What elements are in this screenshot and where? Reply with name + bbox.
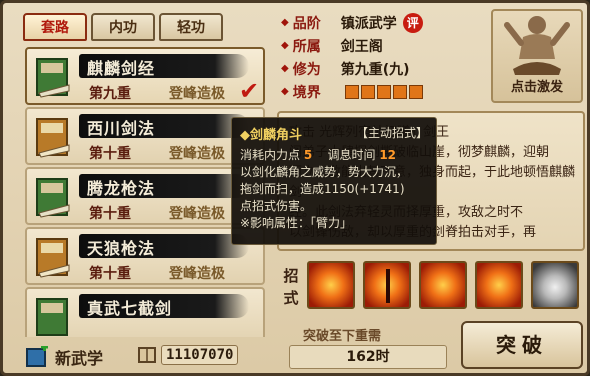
skill-attributes: ◆ 品阶 镇派武学 评 ◆ 所属 剑王阁 ◆ 修为 第九重(九) ◆ 境界	[281, 11, 423, 103]
skill-rank: 登峰造极	[169, 206, 225, 222]
book-icon	[36, 178, 70, 218]
skill-level: 第十重	[89, 206, 131, 222]
skill-level: 第十重	[89, 266, 131, 282]
attr-faction: ◆ 所属 剑王阁	[281, 38, 383, 55]
tooltip-line: ※影响属性：「臂力」	[240, 216, 353, 230]
breakthrough-requirement: 突破至下重需	[303, 329, 382, 344]
attr-realm: ◆ 境界	[281, 80, 423, 103]
skill-item[interactable]: 腾龙枪法 第十重 登峰造极	[25, 167, 265, 225]
tooltip-title: ◆剑麟角斗	[240, 128, 302, 143]
martial-arts-panel: 套路 内功 轻功 麒麟剑经 第九重 登峰造极 ✔ 西川剑法 第十重 登峰造极 腾…	[0, 0, 590, 376]
skill-name: 麒麟剑经	[87, 59, 156, 78]
realm-bar	[344, 84, 423, 99]
skill-name: 腾龙枪法	[87, 179, 156, 198]
move-tooltip: ◆剑麟角斗 【主动招式】 消耗内力点 5 调息时间 12 以剑化麟角之威势，势大…	[231, 117, 437, 245]
skill-level: 第九重	[89, 86, 131, 102]
activate-label: 点击激发	[510, 80, 563, 95]
breakthrough-button[interactable]: 突破	[461, 321, 583, 369]
new-martial-button[interactable]: 新武学	[25, 345, 103, 369]
skill-rank: 登峰造极	[169, 86, 225, 102]
book-icon	[36, 118, 70, 158]
skill-item[interactable]: 麒麟剑经 第九重 登峰造极 ✔	[25, 47, 265, 105]
tab-bar: 套路 内功 轻功	[23, 13, 223, 41]
evaluate-button[interactable]: 评	[402, 12, 423, 33]
move-slot-sword-icon[interactable]	[363, 261, 411, 309]
tooltip-line: 拖剑而扫，造成1150(+1741)	[240, 182, 405, 196]
book-coin-icon	[138, 347, 156, 363]
moves-label: 招 式	[283, 267, 299, 307]
move-slot-flame-icon[interactable]	[419, 261, 467, 309]
meditating-monk-icon	[504, 16, 570, 75]
tab-internal[interactable]: 内功	[91, 13, 155, 41]
skill-name: 真武七截剑	[87, 299, 173, 318]
skill-name: 西川剑法	[87, 119, 156, 138]
skill-rank: 登峰造极	[169, 146, 225, 162]
book-icon	[36, 58, 70, 98]
tooltip-line: 以剑化麟角之威势，势大力沉，	[240, 165, 409, 179]
move-slot-fire-icon[interactable]	[307, 261, 355, 309]
coin-display: 11107070	[137, 345, 239, 365]
coin-amount: 11107070	[161, 345, 239, 365]
skill-level: 第十重	[89, 146, 131, 162]
skill-name: 天狼枪法	[87, 239, 156, 258]
new-book-icon	[26, 346, 48, 367]
activate-button[interactable]: 点击激发	[491, 9, 583, 103]
skill-item[interactable]: 西川剑法 第十重 登峰造极	[25, 107, 265, 165]
new-martial-label: 新武学	[55, 349, 104, 368]
book-icon	[36, 238, 70, 278]
attr-cultivation: ◆ 修为 第九重(九)	[281, 61, 410, 78]
move-slot-explosion-icon[interactable]	[475, 261, 523, 309]
skill-list: 麒麟剑经 第九重 登峰造极 ✔ 西川剑法 第十重 登峰造极 腾龙枪法 第十重 登…	[25, 47, 265, 337]
tooltip-tag: 【主动招式】	[355, 126, 428, 140]
book-icon	[36, 298, 68, 336]
move-slot-whirlwind-icon[interactable]	[531, 261, 579, 309]
tooltip-cost-row: 消耗内力点 5 调息时间 12	[240, 148, 397, 162]
tooltip-line: 点招式伤害。	[240, 199, 313, 213]
skill-rank: 登峰造极	[169, 266, 225, 282]
move-list	[307, 261, 579, 309]
tab-routine[interactable]: 套路	[23, 13, 87, 41]
check-icon: ✔	[239, 77, 260, 105]
attr-grade: ◆ 品阶 镇派武学 评	[281, 11, 423, 34]
skill-item[interactable]: 天狼枪法 第十重 登峰造极	[25, 227, 265, 285]
skill-item[interactable]: 真武七截剑	[25, 287, 265, 337]
tab-lightness[interactable]: 轻功	[159, 13, 223, 41]
breakthrough-time: 162时	[289, 345, 447, 369]
